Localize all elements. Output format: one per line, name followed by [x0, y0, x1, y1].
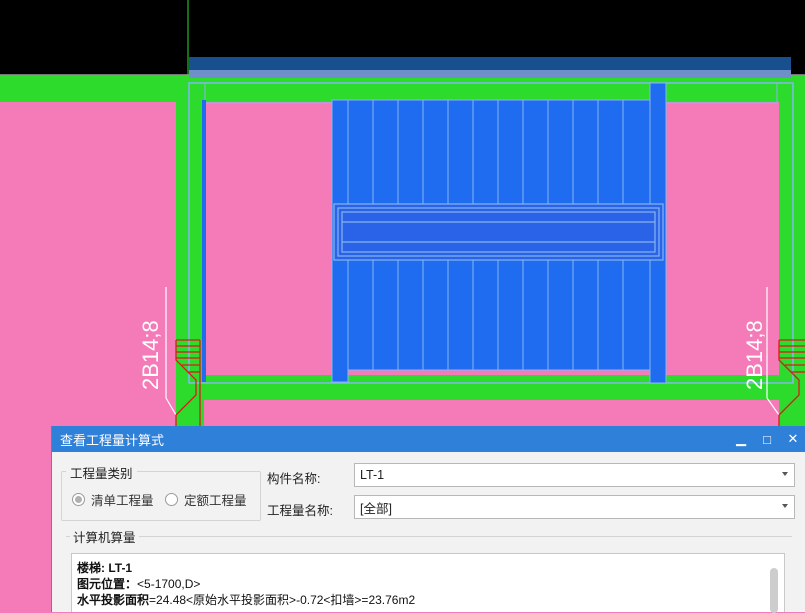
beam-band	[189, 57, 791, 70]
radio-quota-quantity[interactable]: 定额工程量	[165, 490, 247, 509]
chevron-down-icon	[782, 472, 788, 476]
minimize-icon[interactable]: ▁	[728, 426, 754, 452]
dialog-title: 查看工程量计算式	[60, 432, 165, 448]
landing-beam	[333, 203, 664, 261]
computer-calc-legend: 计算机算量	[70, 527, 139, 546]
section-divider	[66, 536, 792, 537]
close-icon[interactable]: ✕	[780, 426, 805, 452]
quantity-name-label: 工程量名称:	[267, 504, 333, 518]
component-name-label: 构件名称:	[267, 472, 321, 486]
quantity-type-legend: 工程量类别	[66, 463, 137, 482]
maximize-icon[interactable]: □	[754, 426, 780, 452]
quantity-name-value: [全部]	[360, 501, 392, 516]
radio-quota-label: 定额工程量	[184, 494, 247, 508]
component-name-select[interactable]: LT-1	[354, 463, 795, 487]
rebar-label-right: 2B14;8	[742, 320, 767, 390]
rebar-label-left: 2B14;8	[138, 320, 163, 390]
vertical-scrollbar[interactable]	[770, 568, 778, 613]
quantity-formula-dialog: 查看工程量计算式 ▁ □ ✕ 工程量类别 清单工程量 定额工程量 构件名称: L…	[51, 426, 805, 613]
wall-top	[0, 75, 805, 102]
radio-dot-selected[interactable]	[72, 493, 85, 506]
calc-line-position: 图元位置：<5-1700,D>	[77, 577, 201, 591]
calc-formula-textarea[interactable]: 楼梯: LT-1 图元位置：<5-1700,D> 水平投影面积=24.48<原始…	[71, 553, 785, 613]
wall-bottom	[176, 375, 805, 400]
calc-line-stair: 楼梯: LT-1	[77, 561, 133, 575]
radio-bill-label: 清单工程量	[91, 494, 154, 508]
rebar-left	[165, 287, 177, 416]
component-name-value: LT-1	[360, 468, 385, 482]
calc-line-area: 水平投影面积=24.48<原始水平投影面积>-0.72<扣墙>=23.76m2	[77, 593, 416, 607]
radio-dot[interactable]	[165, 493, 178, 506]
chevron-down-icon	[782, 504, 788, 508]
radio-bill-quantity[interactable]: 清单工程量	[72, 490, 154, 509]
dialog-titlebar[interactable]: 查看工程量计算式 ▁ □ ✕	[52, 426, 805, 452]
quantity-name-select[interactable]: [全部]	[354, 495, 795, 519]
